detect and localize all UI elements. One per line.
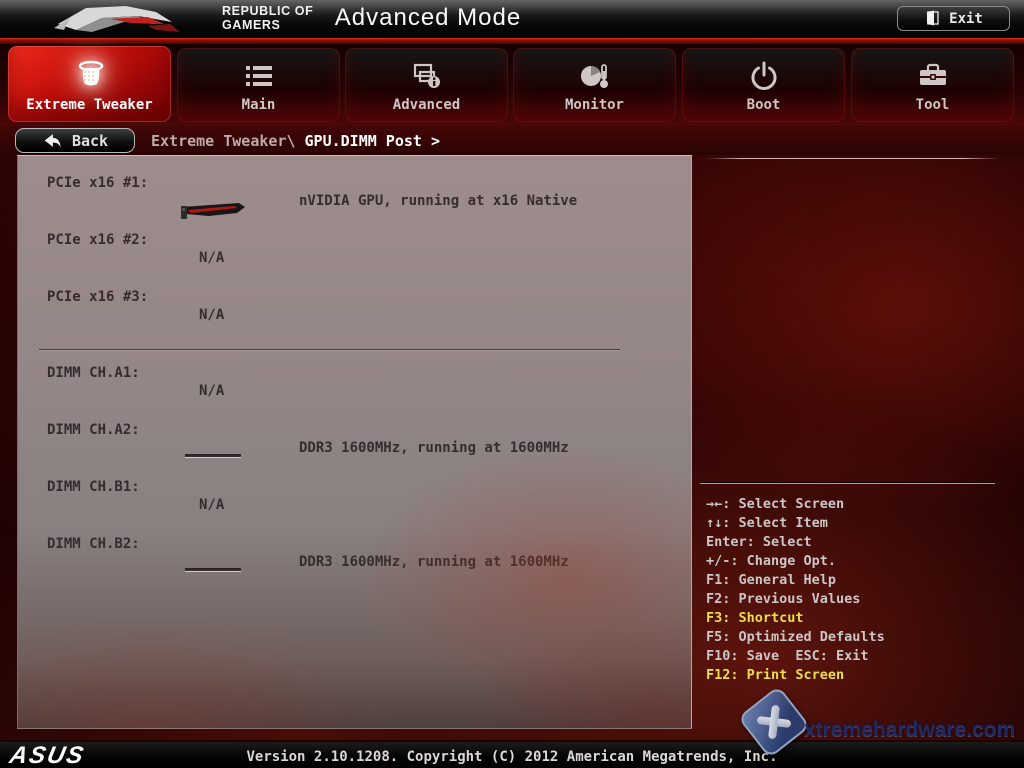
tab-bar: Extreme Tweaker Main [0, 44, 1024, 126]
row-label-pcie2: PCIe x16 #2: [47, 232, 148, 248]
tab-label: Extreme Tweaker [8, 97, 171, 113]
row-desc-pcie1: nVIDIA GPU, running at x16 Native [299, 193, 577, 209]
row-label-pcie1: PCIe x16 #1: [47, 175, 148, 191]
header-bar: REPUBLIC OF GAMERS Advanced Mode Exit [0, 0, 1024, 38]
row-value-dimm-b1: N/A [199, 497, 224, 513]
shortcut-help-list: →←: Select Screen ↑↓: Select Item Enter:… [706, 496, 1016, 686]
watermark-text: xtremehardware.com [804, 718, 1015, 742]
tab-label: Tool [851, 97, 1014, 113]
sidebar-top-divider [706, 158, 999, 159]
footer-bar: ASUS Version 2.10.1208. Copyright (C) 20… [0, 740, 1024, 768]
shortcut-f3-shortcut: F3: Shortcut [706, 610, 1016, 629]
row-desc-dimm-a2: DDR3 1600MHz, running at 1600MHz [299, 440, 569, 456]
row-value-pcie2: N/A [199, 250, 224, 266]
shortcut-print-screen: F12: Print Screen [706, 667, 1016, 686]
list-icon [177, 58, 340, 94]
version-text: Version 2.10.1208. Copyright (C) 2012 Am… [0, 749, 1024, 765]
shortcut-general-help: F1: General Help [706, 572, 1016, 591]
tab-label: Boot [682, 97, 845, 113]
back-arrow-icon [42, 132, 62, 150]
row-label-pcie3: PCIe x16 #3: [47, 289, 148, 305]
shortcut-enter-select: Enter: Select [706, 534, 1016, 553]
shortcut-save-exit: F10: Save ESC: Exit [706, 648, 1016, 667]
page-title: Advanced Mode [218, 4, 638, 32]
row-label-dimm-a2: DIMM CH.A2: [47, 422, 140, 438]
toolbox-icon [851, 58, 1014, 94]
breadcrumb-current: GPU.DIMM Post > [305, 132, 440, 150]
shortcut-previous-values: F2: Previous Values [706, 591, 1016, 610]
tab-advanced[interactable]: Advanced [345, 48, 508, 122]
row-label-dimm-b2: DIMM CH.B2: [47, 536, 140, 552]
row-label-dimm-a1: DIMM CH.A1: [47, 365, 140, 381]
tab-main[interactable]: Main [177, 48, 340, 122]
shortcut-optimized-defaults: F5: Optimized Defaults [706, 629, 1016, 648]
breadcrumb: Extreme Tweaker\ GPU.DIMM Post > [151, 132, 440, 150]
breadcrumb-bar: Back Extreme Tweaker\ GPU.DIMM Post > [0, 126, 1024, 155]
bios-screen: REPUBLIC OF GAMERS Advanced Mode Exit [0, 0, 1024, 768]
gpu-dimm-post-panel: PCIe x16 #1: nVIDIA GPU, running at x16 … [17, 155, 692, 729]
gpu-card-icon [179, 200, 247, 224]
back-label: Back [72, 132, 108, 150]
row-label-dimm-b1: DIMM CH.B1: [47, 479, 140, 495]
shortcut-change-opt: +/-: Change Opt. [706, 553, 1016, 572]
breadcrumb-path: Extreme Tweaker\ [151, 132, 305, 150]
tab-tool[interactable]: Tool [851, 48, 1014, 122]
exit-label: Exit [949, 11, 983, 27]
windows-info-icon [345, 58, 508, 94]
exit-door-icon [924, 10, 940, 27]
tab-extreme-tweaker[interactable]: Extreme Tweaker [8, 46, 171, 122]
gauge-thermometer-icon [513, 58, 676, 94]
tab-label: Advanced [345, 97, 508, 113]
tab-label: Main [177, 97, 340, 113]
shortcut-select-screen: →←: Select Screen [706, 496, 1016, 515]
power-icon [682, 58, 845, 94]
shortcut-select-item: ↑↓: Select Item [706, 515, 1016, 534]
row-value-dimm-a1: N/A [199, 383, 224, 399]
dimm-module-icon [185, 568, 241, 572]
row-desc-dimm-b2: DDR3 1600MHz, running at 1600MHz [299, 554, 569, 570]
exit-button[interactable]: Exit [897, 6, 1010, 31]
tab-boot[interactable]: Boot [682, 48, 845, 122]
row-value-pcie3: N/A [199, 307, 224, 323]
dimm-module-icon [185, 454, 241, 458]
back-button[interactable]: Back [15, 128, 135, 153]
tweaker-icon [8, 56, 171, 92]
tab-label: Monitor [513, 97, 676, 113]
tab-monitor[interactable]: Monitor [513, 48, 676, 122]
shortcuts-divider [700, 482, 995, 484]
rog-logo-icon [52, 2, 202, 38]
section-divider [39, 349, 620, 351]
